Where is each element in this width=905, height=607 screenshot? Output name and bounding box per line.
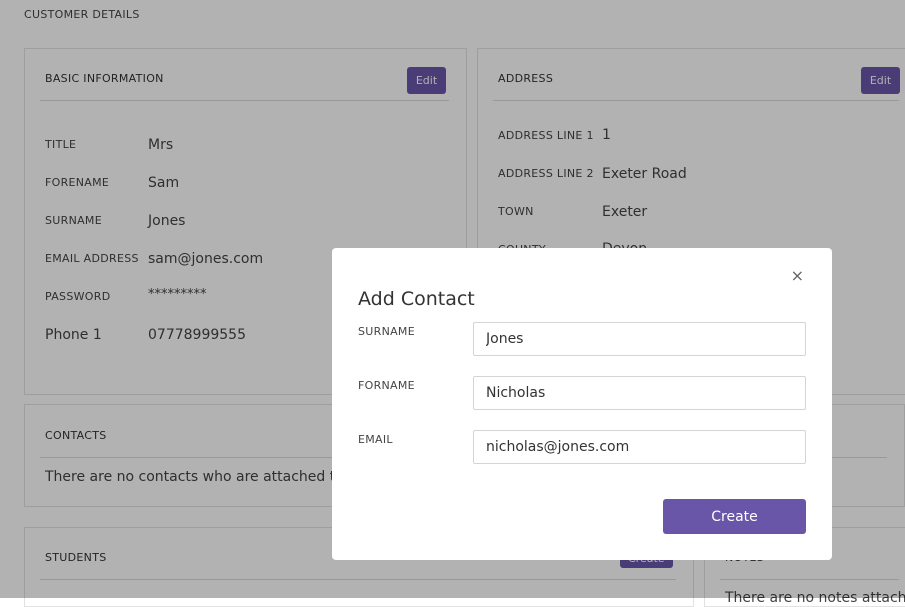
modal-title: Add Contact [358,288,475,310]
add-contact-modal: × Add Contact SURNAME FORNAME EMAIL Crea… [332,248,832,560]
email-input[interactable] [473,430,806,464]
surname-label: SURNAME [358,325,415,338]
forname-input[interactable] [473,376,806,410]
close-icon[interactable]: × [791,268,804,284]
surname-input[interactable] [473,322,806,356]
forname-label: FORNAME [358,379,415,392]
email-label: EMAIL [358,433,393,446]
create-button[interactable]: Create [663,499,806,534]
